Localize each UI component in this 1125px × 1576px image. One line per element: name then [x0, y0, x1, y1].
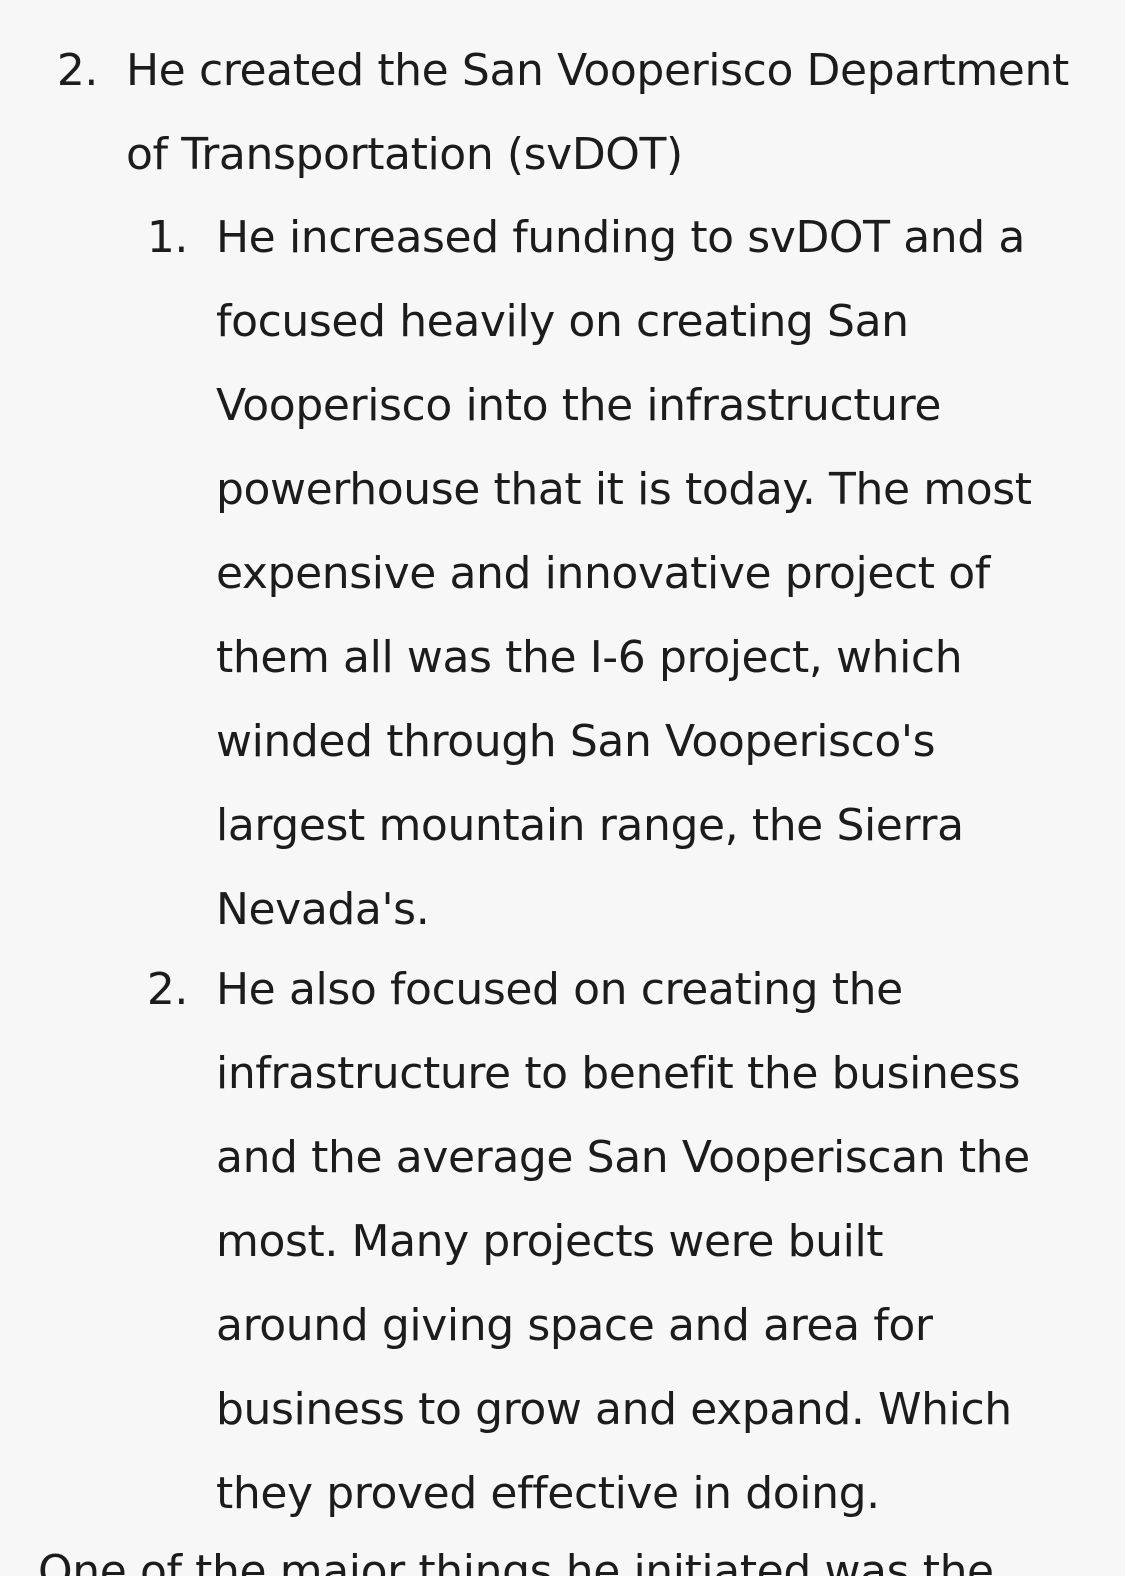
list-item-text: He created the San Vooperisco Department…	[126, 45, 1069, 180]
list-number: 1.	[146, 212, 189, 263]
clipped-previous-line: Hurricane.	[126, 0, 351, 22]
list-number: 2.	[56, 45, 99, 96]
clipped-next-paragraph: One of the major things he initiated was…	[38, 1546, 994, 1576]
list-number: 2.	[146, 964, 189, 1015]
list-item-text: He also focused on creating the infrastr…	[216, 964, 1030, 1519]
list-item-text: He increased funding to svDOT and a focu…	[216, 212, 1032, 935]
